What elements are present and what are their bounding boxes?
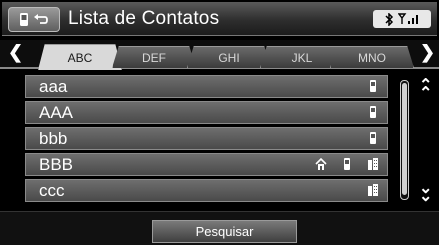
- return-arrow-icon: [34, 13, 48, 24]
- header-bar: Lista de Contatos: [2, 2, 437, 36]
- mobile-icon: [370, 132, 376, 144]
- tab-prev-arrow-icon[interactable]: ❮: [8, 42, 23, 63]
- status-indicator: [373, 10, 431, 28]
- phone-icon: [20, 13, 28, 26]
- back-button[interactable]: [8, 7, 60, 32]
- contact-name: bbb: [39, 129, 68, 148]
- tab-mno[interactable]: MNO: [330, 46, 414, 68]
- page-title: Lista de Contatos: [68, 8, 220, 29]
- bottom-bar: Pesquisar: [0, 211, 439, 245]
- tab-bar: ❮ ABC DEF GHI JKL MNO ❯: [0, 40, 439, 70]
- scrollbar[interactable]: [400, 80, 409, 200]
- mobile-icon: [370, 106, 376, 118]
- contact-name: aaa: [39, 77, 68, 96]
- scroll-up-icon[interactable]: ⌃ ⌃: [419, 78, 432, 102]
- mobile-icon: [344, 158, 350, 170]
- tab-abc[interactable]: ABC: [38, 44, 122, 70]
- bluetooth-icon: [384, 12, 393, 26]
- list-item[interactable]: bbb: [25, 127, 388, 150]
- scroll-down-icon[interactable]: ⌄ ⌄: [419, 181, 432, 205]
- list-item[interactable]: AAA: [25, 101, 388, 124]
- home-icon: [315, 157, 327, 170]
- list-item[interactable]: aaa: [25, 75, 388, 98]
- tab-ghi[interactable]: GHI: [187, 46, 271, 68]
- signal-icon: [397, 13, 418, 24]
- contact-list: aaa AAA bbb BBB ccc: [25, 75, 388, 205]
- mobile-icon: [370, 80, 376, 92]
- work-icon: [368, 184, 378, 196]
- list-item[interactable]: ccc: [25, 179, 388, 202]
- search-button[interactable]: Pesquisar: [152, 220, 297, 243]
- contact-name: ccc: [39, 181, 65, 200]
- contact-name: BBB: [39, 155, 74, 174]
- work-icon: [368, 158, 378, 170]
- contacts-screen: Lista de Contatos ❮ ABC DEF GHI JKL MNO …: [0, 0, 439, 245]
- tab-next-arrow-icon[interactable]: ❯: [420, 42, 435, 63]
- list-item[interactable]: BBB: [25, 153, 388, 176]
- scrollbar-thumb[interactable]: [402, 83, 407, 195]
- contact-name: AAA: [39, 103, 74, 122]
- tab-def[interactable]: DEF: [112, 46, 196, 68]
